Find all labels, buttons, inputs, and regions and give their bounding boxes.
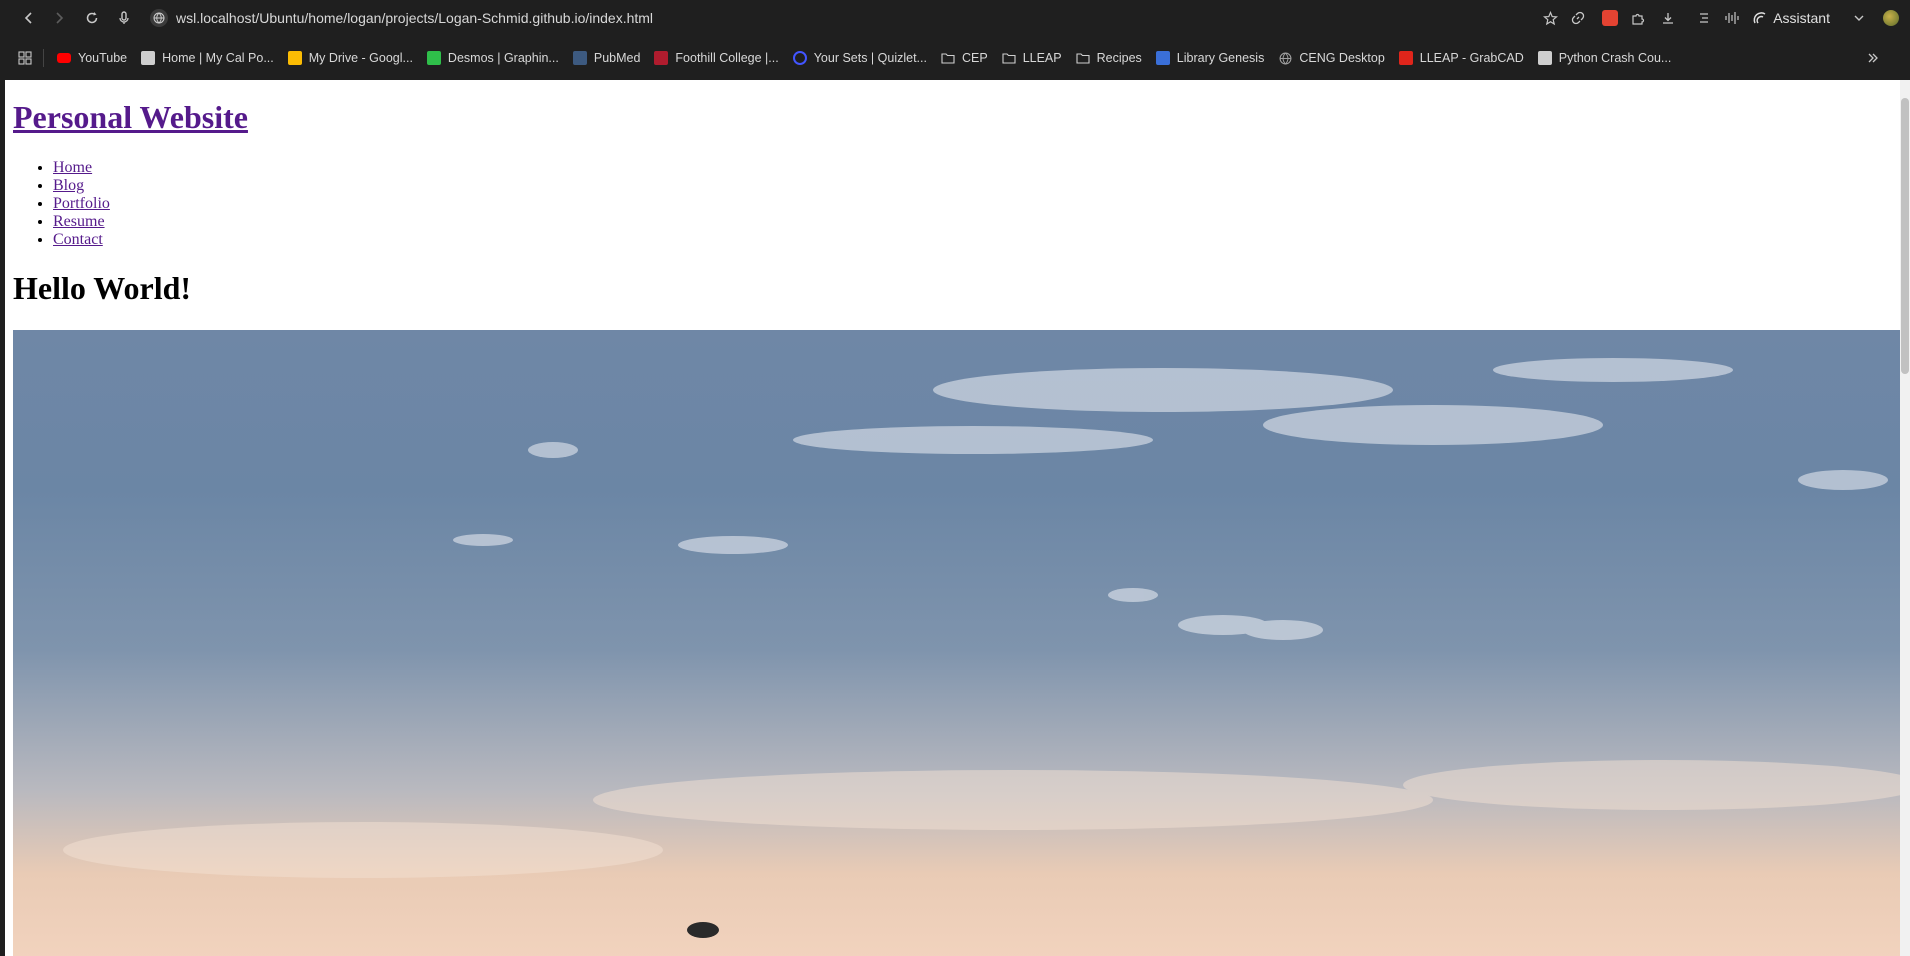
bookmark-label: Foothill College |...	[675, 51, 779, 65]
nav-item-home: Home	[53, 159, 110, 177]
audio-waveform-icon[interactable]	[1721, 7, 1743, 29]
nav-link-blog[interactable]: Blog	[53, 177, 84, 194]
foothill-icon	[654, 51, 669, 65]
drive-icon	[287, 51, 302, 65]
url-text[interactable]: wsl.localhost/Ubuntu/home/logan/projects…	[176, 10, 653, 26]
bookmark-my-drive-googl[interactable]: My Drive - Googl...	[281, 46, 420, 70]
bookmark-label: Your Sets | Quizlet...	[813, 51, 927, 65]
bookmark-label: Library Genesis	[1176, 51, 1265, 65]
bookmark-foothill-college[interactable]: Foothill College |...	[647, 46, 785, 70]
profile-avatar[interactable]	[1880, 7, 1902, 29]
page-heading: Hello World!	[13, 270, 192, 306]
nav-link-portfolio[interactable]: Portfolio	[53, 195, 110, 212]
bookmarks-divider	[43, 49, 44, 67]
nav-item-portfolio: Portfolio	[53, 195, 110, 213]
back-arrow-icon[interactable]	[18, 7, 40, 29]
bookmark-label: Desmos | Graphin...	[447, 51, 559, 65]
site-title: Personal Website	[13, 99, 248, 136]
more-bookmarks-chevron-icon[interactable]	[1860, 46, 1886, 70]
page-scrollbar[interactable]	[1900, 80, 1910, 956]
apps-grid-icon	[18, 51, 32, 65]
nav-list: Home Blog Portfolio Resume Contact	[53, 159, 110, 249]
grabcad-icon	[1398, 51, 1413, 65]
site-title-link[interactable]: Personal Website	[13, 99, 248, 135]
nav-link-home[interactable]: Home	[53, 159, 92, 176]
globe-icon	[150, 9, 168, 27]
todoist-extension-icon[interactable]	[1599, 7, 1621, 29]
globe-icon	[1278, 51, 1292, 65]
assistant-label: Assistant	[1773, 10, 1830, 26]
bookmark-home-my-cal-po[interactable]: Home | My Cal Po...	[134, 46, 281, 70]
folder-icon	[941, 51, 955, 65]
bookmark-python-crash-cou[interactable]: Python Crash Cou...	[1531, 46, 1679, 70]
download-icon[interactable]	[1657, 7, 1679, 29]
nav-item-blog: Blog	[53, 177, 110, 195]
book-icon	[1155, 51, 1170, 65]
bookmark-youtube[interactable]: YouTube	[50, 46, 134, 70]
bookmark-label: CEP	[961, 51, 988, 65]
bookmark-label: LLEAP	[1022, 51, 1062, 65]
apps-grid-button[interactable]	[0, 46, 39, 70]
chevron-down-icon[interactable]	[1848, 7, 1870, 29]
python-icon	[1537, 51, 1552, 65]
bookmark-label: Python Crash Cou...	[1558, 51, 1672, 65]
pubmed-icon	[572, 51, 587, 65]
assistant-button[interactable]: Assistant	[1753, 10, 1830, 26]
bookmark-your-sets-quizlet[interactable]: Your Sets | Quizlet...	[786, 46, 934, 70]
nav-link-contact[interactable]: Contact	[53, 231, 103, 248]
assistant-icon	[1753, 12, 1766, 24]
bookmark-label: Home | My Cal Po...	[162, 51, 274, 65]
shield-icon	[141, 51, 156, 65]
nav-item-contact: Contact	[53, 231, 110, 249]
folder-icon	[1002, 51, 1016, 65]
bookmark-cep[interactable]: CEP	[934, 46, 995, 70]
bookmark-lleap-grabcad[interactable]: LLEAP - GrabCAD	[1392, 46, 1531, 70]
star-icon[interactable]	[1539, 7, 1561, 29]
bookmark-label: YouTube	[78, 51, 128, 65]
bookmark-label: PubMed	[593, 51, 641, 65]
bookmark-label: My Drive - Googl...	[308, 51, 413, 65]
page-viewport: Personal Website Home Blog Portfolio Res…	[5, 80, 1900, 956]
bookmark-lleap[interactable]: LLEAP	[995, 46, 1069, 70]
link-icon[interactable]	[1567, 7, 1589, 29]
bookmark-label: CENG Desktop	[1299, 51, 1385, 65]
nav-link-resume[interactable]: Resume	[53, 213, 105, 230]
microphone-icon[interactable]	[113, 7, 135, 29]
folder-icon	[1076, 51, 1090, 65]
bookmark-ceng-desktop[interactable]: CENG Desktop	[1271, 46, 1391, 70]
reload-icon[interactable]	[81, 7, 103, 29]
bookmark-recipes[interactable]: Recipes	[1069, 46, 1149, 70]
browser-toolbar: wsl.localhost/Ubuntu/home/logan/projects…	[0, 0, 1910, 36]
bookmark-desmos-graphin[interactable]: Desmos | Graphin...	[420, 46, 566, 70]
hero-sky-image	[13, 330, 1900, 956]
bookmark-library-genesis[interactable]: Library Genesis	[1149, 46, 1272, 70]
bookmark-label: Recipes	[1096, 51, 1142, 65]
quizlet-icon	[792, 51, 807, 65]
address-bar[interactable]: wsl.localhost/Ubuntu/home/logan/projects…	[150, 5, 1500, 31]
extensions-puzzle-icon[interactable]	[1627, 7, 1649, 29]
desmos-icon	[426, 51, 441, 65]
bookmark-pubmed[interactable]: PubMed	[566, 46, 648, 70]
youtube-icon	[57, 51, 71, 65]
bookmarks-bar: YouTube Home | My Cal Po... My Drive - Goo…	[0, 43, 1910, 73]
nav-item-resume: Resume	[53, 213, 110, 231]
scrollbar-thumb[interactable]	[1901, 98, 1909, 374]
bookmark-label: LLEAP - GrabCAD	[1419, 51, 1524, 65]
reading-list-icon[interactable]	[1693, 7, 1715, 29]
forward-arrow-icon[interactable]	[48, 7, 70, 29]
